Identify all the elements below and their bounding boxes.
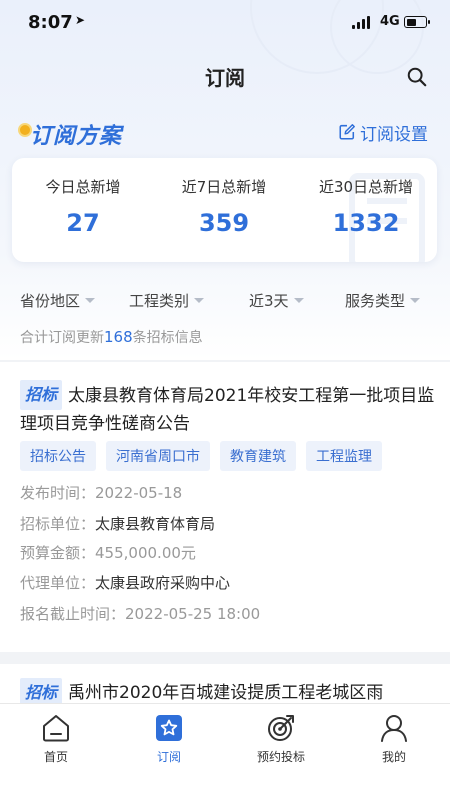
bottom-tab-bar: 首页 订阅 预约投标 我的 <box>0 703 450 801</box>
summary-prefix: 合计订阅更新 <box>20 330 104 346</box>
search-icon[interactable] <box>406 66 428 88</box>
tender-tags: 招标公告 河南省周口市 教育建筑 工程监理 <box>20 441 392 471</box>
field-label: 预算金额： <box>20 544 96 562</box>
stat-value: 359 <box>198 209 250 237</box>
publish-date: 发布时间：2022-05-18 <box>20 482 182 503</box>
tag-chip[interactable]: 河南省周口市 <box>106 441 210 471</box>
home-icon <box>43 715 69 742</box>
subscription-settings-button[interactable]: 订阅设置 <box>338 120 428 145</box>
plan-title-text: 订阅方案 <box>30 124 123 149</box>
tab-home[interactable]: 首页 <box>16 712 96 765</box>
stat-label: 近7日总新增 <box>181 178 267 196</box>
caret-down-icon <box>410 298 421 303</box>
tab-label: 预约投标 <box>256 750 305 764</box>
network-type: 4G <box>380 14 400 29</box>
stat-label: 今日总新增 <box>45 178 121 196</box>
field-value: 2022-05-25 18:00 <box>125 605 261 623</box>
tag-chip[interactable]: 招标公告 <box>20 441 96 471</box>
filter-label: 近3天 <box>249 292 289 310</box>
tab-appointment-bid[interactable]: 预约投标 <box>241 712 321 765</box>
tab-subscribe[interactable]: 订阅 <box>129 712 209 765</box>
filter-label: 省份地区 <box>20 292 81 310</box>
battery-icon <box>404 16 430 28</box>
star-icon <box>156 715 182 741</box>
stat-value: 1332 <box>332 209 400 237</box>
location-arrow-icon: ➤ <box>75 13 86 27</box>
field-label: 报名截止时间： <box>20 605 126 623</box>
tag-chip[interactable]: 教育建筑 <box>220 441 296 471</box>
edit-icon <box>339 124 355 140</box>
filter-region[interactable]: 省份地区 <box>20 290 96 311</box>
filter-time[interactable]: 近3天 <box>249 290 304 311</box>
stat-value: 27 <box>66 209 100 237</box>
tag-chip[interactable]: 工程监理 <box>306 441 382 471</box>
settings-label: 订阅设置 <box>360 124 428 145</box>
tab-label: 订阅 <box>156 750 181 764</box>
tab-label: 我的 <box>381 750 406 764</box>
tender-unit: 招标单位：太康县教育体育局 <box>20 513 215 534</box>
tender-card[interactable]: 招标 禹州市2020年百城建设提质工程老城区雨 <box>0 664 450 708</box>
stat-label: 近30日总新增 <box>318 178 414 196</box>
field-label: 发布时间： <box>20 484 96 502</box>
caret-down-icon <box>194 298 205 303</box>
filter-category[interactable]: 工程类别 <box>129 290 205 311</box>
subscription-summary: 合计订阅更新168条招标信息 <box>20 327 203 347</box>
tender-title-text: 太康县教育体育局2021年校安工程第一批项目监理项目竞争性磋商公告 <box>20 386 435 434</box>
tender-title: 招标 太康县教育体育局2021年校安工程第一批项目监理项目竞争性磋商公告 <box>20 380 435 438</box>
stat-today: 今日总新增 27 <box>12 176 154 237</box>
tender-type-badge: 招标 <box>20 380 63 410</box>
filter-bar: 省份地区 工程类别 近3天 服务类型 <box>0 282 450 318</box>
stat-7days: 近7日总新增 359 <box>153 176 295 237</box>
filter-label: 工程类别 <box>129 292 190 310</box>
field-value: 太康县教育体育局 <box>95 515 216 533</box>
target-icon <box>268 715 294 741</box>
tab-mine[interactable]: 我的 <box>354 712 434 765</box>
summary-suffix: 条招标信息 <box>132 330 203 346</box>
tender-title-text: 禹州市2020年百城建设提质工程老城区雨 <box>68 683 384 703</box>
status-bar: 8:07 ➤ 4G <box>0 0 450 44</box>
stats-card: 今日总新增 27 近7日总新增 359 近30日总新增 1332 <box>12 158 437 262</box>
status-time: 8:07 <box>28 12 73 33</box>
filter-label: 服务类型 <box>345 292 406 310</box>
stat-30days: 近30日总新增 1332 <box>295 176 437 237</box>
registration-deadline: 报名截止时间：2022-05-25 18:00 <box>20 603 260 624</box>
page-title: 订阅 <box>205 66 245 90</box>
signal-icon <box>352 15 374 29</box>
summary-count: 168 <box>104 328 133 346</box>
field-value: 2022-05-18 <box>95 484 183 502</box>
field-value: 太康县政府采购中心 <box>95 574 231 592</box>
caret-down-icon <box>85 298 96 303</box>
user-icon <box>381 715 407 742</box>
field-label: 招标单位： <box>20 515 96 533</box>
agency-unit: 代理单位：太康县政府采购中心 <box>20 572 230 593</box>
field-value: 455,000.00元 <box>95 544 196 562</box>
tender-card[interactable]: 招标 太康县教育体育局2021年校安工程第一批项目监理项目竞争性磋商公告 招标公告… <box>0 362 450 652</box>
tab-label: 首页 <box>43 750 68 764</box>
budget-amount: 预算金额：455,000.00元 <box>20 542 196 563</box>
caret-down-icon <box>293 298 304 303</box>
field-label: 代理单位： <box>20 574 96 592</box>
filter-service-type[interactable]: 服务类型 <box>345 290 421 311</box>
